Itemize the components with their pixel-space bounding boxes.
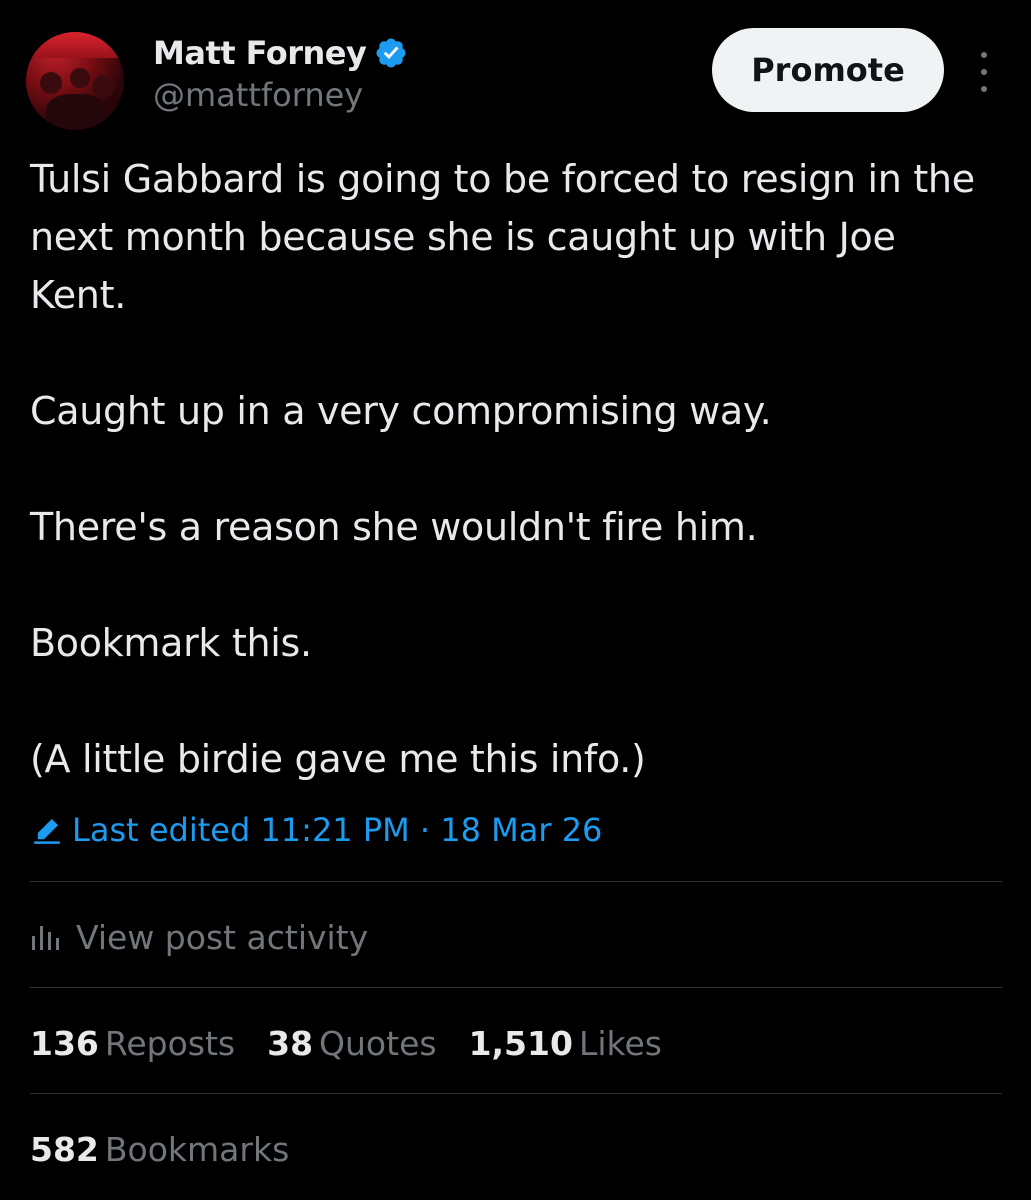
- reposts-count: 136: [30, 1023, 99, 1063]
- post-paragraph: Bookmark this.: [30, 621, 312, 665]
- avatar-figure: [40, 72, 62, 94]
- author-handle[interactable]: @mattforney: [153, 76, 363, 114]
- divider: [30, 881, 1002, 882]
- bar-chart-icon: [32, 926, 59, 950]
- quotes-label: Quotes: [319, 1023, 437, 1063]
- divider: [30, 987, 1002, 988]
- reposts-label: Reposts: [104, 1023, 236, 1063]
- post-paragraph: (A little birdie gave me this info.): [30, 737, 646, 781]
- bookmarks-stat[interactable]: 582 Bookmarks: [30, 1124, 321, 1174]
- last-edited-text: Last edited 11:21 PM · 18 Mar 26: [72, 811, 603, 849]
- divider: [30, 1093, 1002, 1094]
- author-display-name[interactable]: Matt Forney: [153, 34, 367, 72]
- view-post-activity-label: View post activity: [76, 917, 369, 957]
- more-options-dot: [981, 52, 987, 58]
- bookmarks-label: Bookmarks: [104, 1129, 290, 1169]
- bookmarks-count: 582: [30, 1129, 99, 1169]
- likes-count: 1,510: [468, 1023, 573, 1063]
- promote-button[interactable]: Promote: [712, 28, 944, 112]
- post-paragraph: Tulsi Gabbard is going to be forced to r…: [30, 157, 975, 317]
- verified-badge-icon: [376, 38, 406, 68]
- avatar-figure: [92, 76, 114, 98]
- avatar-figure: [46, 94, 106, 130]
- more-options-dot: [981, 69, 987, 75]
- likes-label: Likes: [578, 1023, 662, 1063]
- likes-stat[interactable]: 1,510 Likes: [469, 1024, 662, 1063]
- bookmarks-stat-inner: 582 Bookmarks: [30, 1130, 289, 1169]
- avatar-figure: [70, 68, 90, 88]
- more-options-icon[interactable]: [972, 52, 996, 92]
- post-paragraph: Caught up in a very compromising way.: [30, 389, 772, 433]
- post-paragraph: There's a reason she wouldn't fire him.: [30, 505, 758, 549]
- author-name-row: Matt Forney: [153, 32, 408, 74]
- more-options-dot: [981, 86, 987, 92]
- engagement-stats: 136 Reposts 38 Quotes 1,510 Likes: [30, 1018, 694, 1068]
- view-post-activity-link[interactable]: View post activity: [30, 914, 368, 960]
- pencil-icon: [34, 818, 60, 844]
- quotes-count: 38: [267, 1023, 314, 1063]
- avatar[interactable]: [26, 32, 124, 130]
- reposts-stat[interactable]: 136 Reposts: [30, 1024, 235, 1063]
- avatar-band: [26, 32, 124, 58]
- quotes-stat[interactable]: 38 Quotes: [267, 1024, 436, 1063]
- last-edited-link[interactable]: Last edited 11:21 PM · 18 Mar 26: [30, 808, 602, 852]
- post-text: Tulsi Gabbard is going to be forced to r…: [30, 150, 990, 788]
